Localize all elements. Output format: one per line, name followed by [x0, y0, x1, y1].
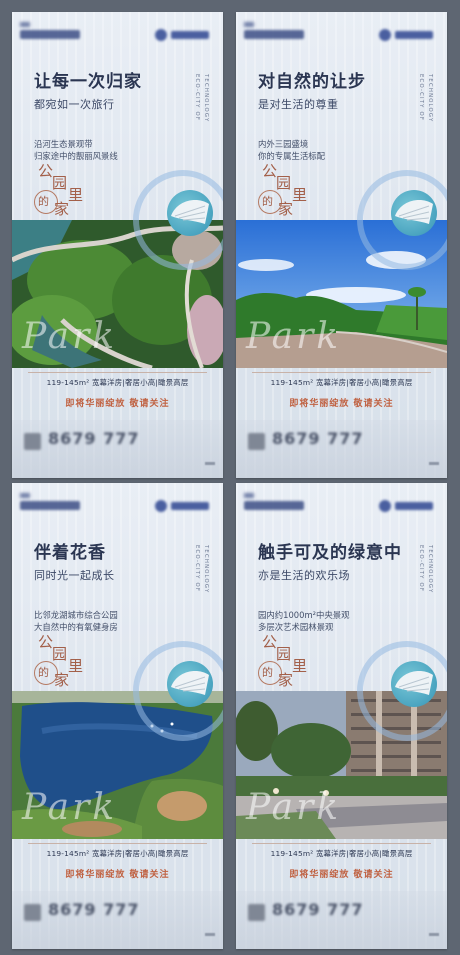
poster-3: 伴着花香 同时光一起成长 比邻龙湖城市综合公园 大自然中的有氧健身房 ECO-CI… [12, 483, 223, 949]
poster-description: 园内约1000m²中央景观 多层次艺术园林景观 [258, 610, 350, 632]
product-info: 119-145m² 宽幕洋房|奢居小高|瞰景高层 [270, 849, 413, 858]
qr-code-icon [248, 904, 265, 921]
coming-soon-text: 即将华丽绽放 敬请关注 [289, 399, 394, 409]
product-info: 119-145m² 宽幕洋房|奢居小高|瞰景高层 [270, 378, 413, 387]
poster-subtitle: 同时光一起成长 [34, 569, 115, 582]
poster-title: 伴着花香 [34, 543, 106, 563]
product-info: 119-145m² 宽幕洋房|奢居小高|瞰景高层 [46, 849, 189, 858]
brand-logo [379, 499, 433, 513]
vertical-english-text: ECO-CITY OF TECHNOLOGY [418, 545, 433, 594]
developer-logo [244, 30, 304, 39]
coming-soon-text: 即将华丽绽放 敬请关注 [65, 399, 170, 409]
coming-soon-text: 即将华丽绽放 敬请关注 [65, 870, 170, 880]
phone-number: 8679 777 [48, 429, 140, 448]
poster-description: 沿河生态景观带 归家途中的靓丽风景线 [34, 139, 118, 161]
poster-4: 触手可及的绿意中 亦是生活的欢乐场 园内约1000m²中央景观 多层次艺术园林景观… [236, 483, 447, 949]
park-watermark: Park [22, 316, 118, 357]
qr-code-icon [24, 433, 41, 450]
shell-emblem-icon [391, 661, 437, 707]
phone-number: 8679 777 [272, 900, 364, 919]
shell-emblem-icon [167, 661, 213, 707]
developer-logo [244, 501, 304, 510]
poster-title: 对自然的让步 [258, 72, 366, 92]
park-watermark: Park [22, 787, 118, 828]
poster-1: 让每一次归家 都宛如一次旅行 沿河生态景观带 归家途中的靓丽风景线 ECO-CIT… [12, 12, 223, 478]
poster-title: 让每一次归家 [34, 72, 142, 92]
brand-logo [155, 28, 209, 42]
park-home-seal: 公 园 里 的 家 [32, 160, 100, 220]
park-home-seal: 公 园 里 的 家 [256, 631, 324, 691]
developer-logo [20, 501, 80, 510]
vertical-english-text: ECO-CITY OF TECHNOLOGY [418, 74, 433, 123]
park-watermark: Park [246, 787, 342, 828]
brand-logo [155, 499, 209, 513]
poster-title: 触手可及的绿意中 [258, 543, 402, 563]
qr-code-icon [24, 904, 41, 921]
park-watermark: Park [246, 316, 342, 357]
park-home-seal: 公 园 里 的 家 [32, 631, 100, 691]
qr-code-icon [248, 433, 265, 450]
brand-logo [379, 28, 433, 42]
poster-description: 内外三园盛境 你的专属生活标配 [258, 139, 325, 161]
park-home-seal: 公 园 里 的 家 [256, 160, 324, 220]
poster-subtitle: 亦是生活的欢乐场 [258, 569, 350, 582]
phone-number: 8679 777 [48, 900, 140, 919]
product-info: 119-145m² 宽幕洋房|奢居小高|瞰景高层 [46, 378, 189, 387]
poster-subtitle: 都宛如一次旅行 [34, 98, 115, 111]
coming-soon-text: 即将华丽绽放 敬请关注 [289, 870, 394, 880]
shell-emblem-icon [167, 190, 213, 236]
shell-emblem-icon [391, 190, 437, 236]
phone-number: 8679 777 [272, 429, 364, 448]
poster-description: 比邻龙湖城市综合公园 大自然中的有氧健身房 [34, 610, 118, 632]
vertical-english-text: ECO-CITY OF TECHNOLOGY [194, 74, 209, 123]
developer-logo [20, 30, 80, 39]
poster-subtitle: 是对生活的尊重 [258, 98, 339, 111]
poster-2: 对自然的让步 是对生活的尊重 内外三园盛境 你的专属生活标配 ECO-CITY O… [236, 12, 447, 478]
vertical-english-text: ECO-CITY OF TECHNOLOGY [194, 545, 209, 594]
